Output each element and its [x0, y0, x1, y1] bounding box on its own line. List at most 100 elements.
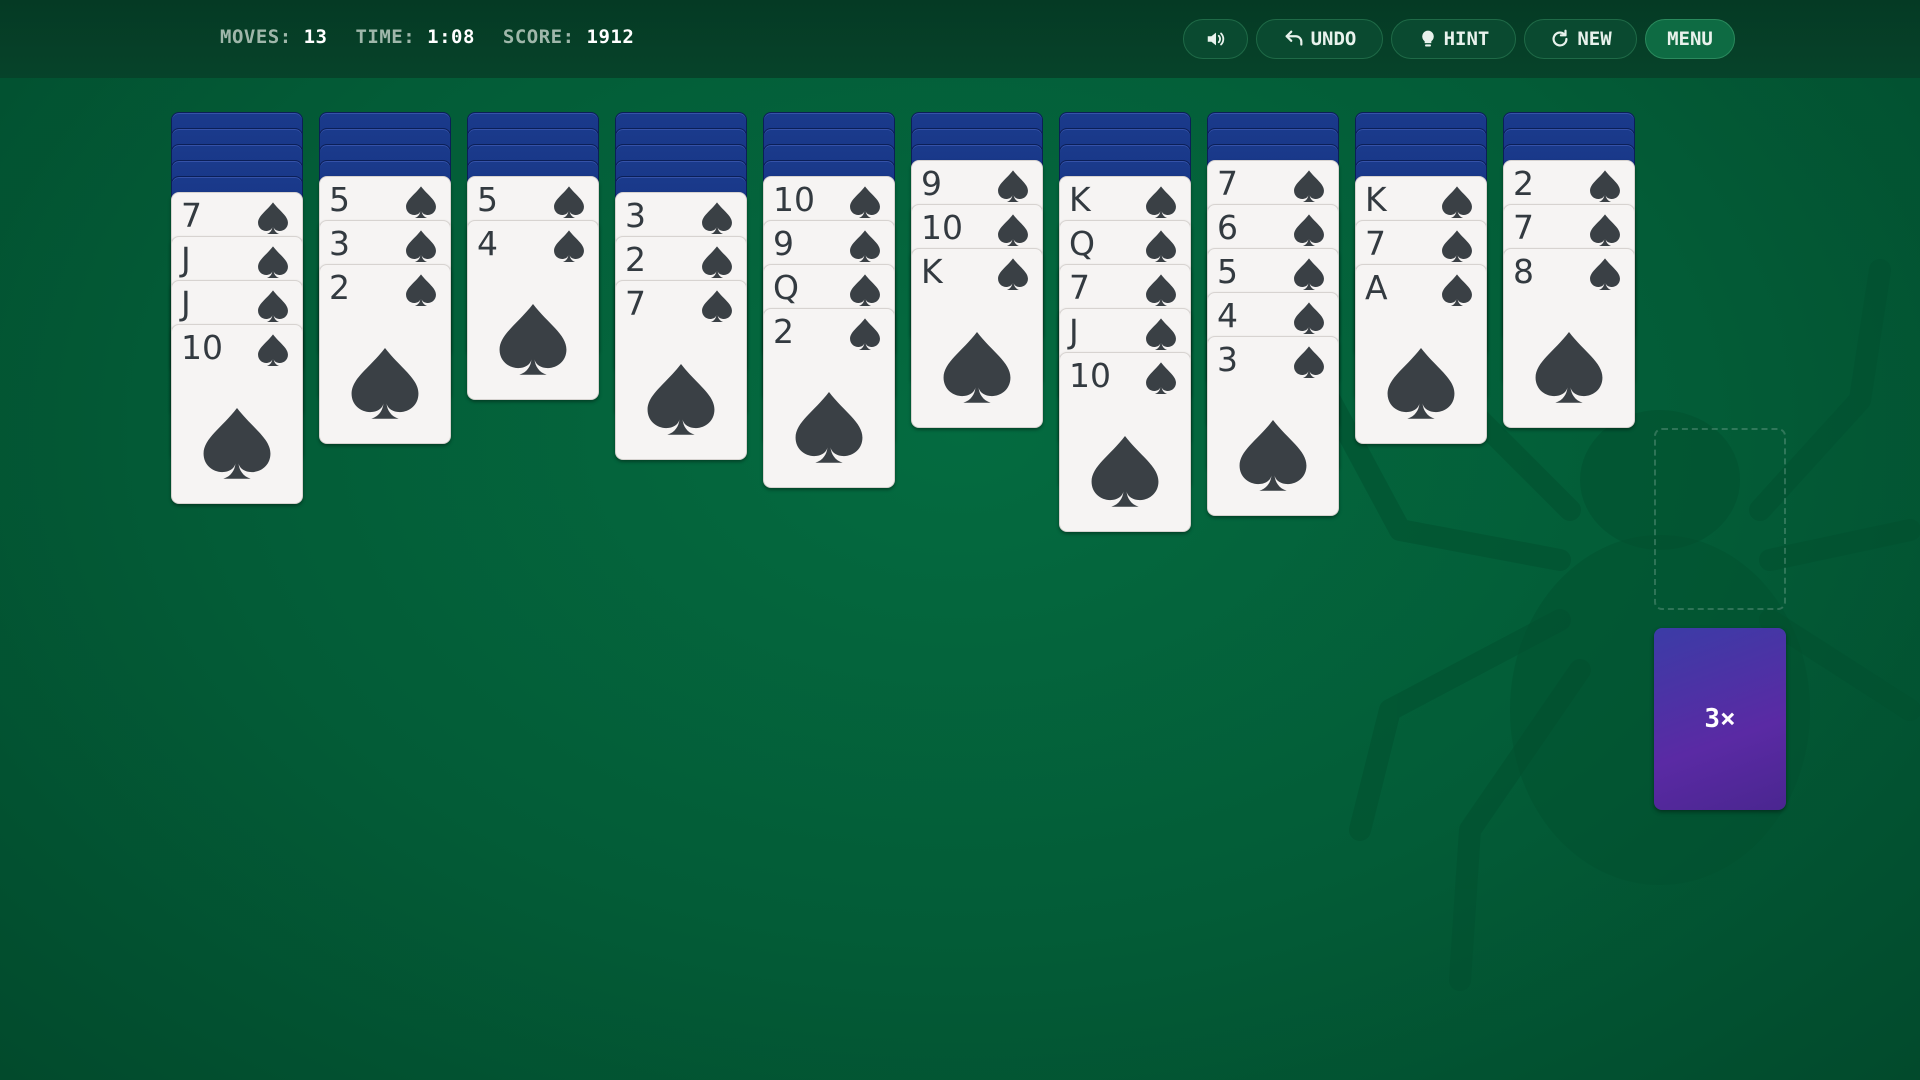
spade-icon [998, 170, 1028, 202]
spade-icon [351, 348, 419, 419]
spade-icon [702, 202, 732, 234]
spade-icon [406, 186, 436, 218]
undo-button[interactable]: UNDO [1256, 19, 1383, 59]
spade-icon [258, 334, 288, 366]
score-value: 1912 [586, 26, 635, 48]
spade-icon [499, 304, 567, 375]
card-rank: J [181, 284, 191, 323]
moves-value: 13 [303, 26, 328, 48]
menu-button[interactable]: MENU [1645, 19, 1735, 59]
stats-bar: MOVES: 13 TIME: 1:08 SCORE: 1912 [220, 26, 634, 48]
undo-arrow-icon [1283, 28, 1305, 50]
stock-pile[interactable]: 3× [1654, 628, 1786, 810]
card-rank: 8 [1513, 252, 1534, 291]
spade-icon [998, 214, 1028, 246]
spade-icon [1239, 420, 1307, 491]
spade-icon [1091, 436, 1159, 507]
card[interactable]: 2 [763, 308, 895, 488]
card-rank: J [1069, 312, 1079, 351]
hint-label: HINT [1443, 28, 1490, 50]
card-rank: 5 [1217, 252, 1238, 291]
top-bar: MOVES: 13 TIME: 1:08 SCORE: 1912 UNDO HI… [0, 0, 1920, 78]
card[interactable]: 4 [467, 220, 599, 400]
card-rank: 5 [477, 180, 498, 219]
card-rank: 7 [1069, 268, 1090, 307]
card-rank: 3 [329, 224, 350, 263]
card-rank: 3 [625, 196, 646, 235]
spade-icon [1146, 274, 1176, 306]
card-rank: Q [773, 268, 799, 307]
card-rank: 9 [773, 224, 794, 263]
sound-button[interactable] [1183, 19, 1248, 59]
card[interactable]: 10 [1059, 352, 1191, 532]
spade-icon [1387, 348, 1455, 419]
refresh-icon [1549, 28, 1571, 50]
card-rank: 7 [1513, 208, 1534, 247]
spade-icon [647, 364, 715, 435]
spade-icon [258, 202, 288, 234]
menu-label: MENU [1667, 28, 1713, 50]
card-rank: 7 [181, 196, 202, 235]
spade-icon [850, 230, 880, 262]
spade-icon [850, 318, 880, 350]
card-rank: K [1365, 180, 1387, 219]
spade-icon [1590, 214, 1620, 246]
card-rank: 9 [921, 164, 942, 203]
spade-icon [850, 274, 880, 306]
card-rank: 4 [1217, 296, 1238, 335]
spade-icon [258, 246, 288, 278]
spade-icon [258, 290, 288, 322]
spade-icon [1442, 274, 1472, 306]
card-rank: 10 [181, 328, 223, 367]
card[interactable]: A [1355, 264, 1487, 444]
spade-icon [1590, 258, 1620, 290]
time-label: TIME: [355, 26, 416, 48]
card-rank: 6 [1217, 208, 1238, 247]
spade-icon [554, 230, 584, 262]
new-game-button[interactable]: NEW [1524, 19, 1637, 59]
spade-icon [998, 258, 1028, 290]
speaker-icon [1205, 28, 1227, 50]
card-rank: 7 [625, 284, 646, 323]
spade-icon [203, 408, 271, 479]
foundation-slot [1654, 428, 1786, 610]
lightbulb-icon [1418, 28, 1438, 50]
moves-label: MOVES: [220, 26, 292, 48]
card-rank: 7 [1365, 224, 1386, 263]
time-value: 1:08 [427, 26, 475, 48]
spade-icon [1146, 230, 1176, 262]
spade-icon [1294, 258, 1324, 290]
card-rank: 3 [1217, 340, 1238, 379]
card-rank: 2 [1513, 164, 1534, 203]
spade-icon [554, 186, 584, 218]
hint-button[interactable]: HINT [1391, 19, 1516, 59]
spade-icon [795, 392, 863, 463]
card-rank: 10 [773, 180, 815, 219]
spade-icon [1294, 302, 1324, 334]
card[interactable]: 2 [319, 264, 451, 444]
card[interactable]: 8 [1503, 248, 1635, 428]
spade-icon [1294, 170, 1324, 202]
card-rank: 4 [477, 224, 498, 263]
card-rank: J [181, 240, 191, 279]
card[interactable]: 3 [1207, 336, 1339, 516]
spade-icon [1294, 214, 1324, 246]
card-rank: K [921, 252, 943, 291]
card-rank: 2 [625, 240, 646, 279]
spade-icon [702, 290, 732, 322]
moves-stat: MOVES: 13 [220, 26, 327, 48]
undo-label: UNDO [1310, 28, 1357, 50]
card[interactable]: K [911, 248, 1043, 428]
card-rank: 10 [921, 208, 963, 247]
spade-icon [1146, 362, 1176, 394]
score-stat: SCORE: 1912 [503, 26, 634, 48]
spade-icon [1146, 318, 1176, 350]
spade-icon [1442, 186, 1472, 218]
card[interactable]: 10 [171, 324, 303, 504]
spade-icon [406, 230, 436, 262]
new-label: NEW [1577, 28, 1612, 50]
card-rank: 10 [1069, 356, 1111, 395]
spade-icon [702, 246, 732, 278]
spade-icon [1590, 170, 1620, 202]
card[interactable]: 7 [615, 280, 747, 460]
